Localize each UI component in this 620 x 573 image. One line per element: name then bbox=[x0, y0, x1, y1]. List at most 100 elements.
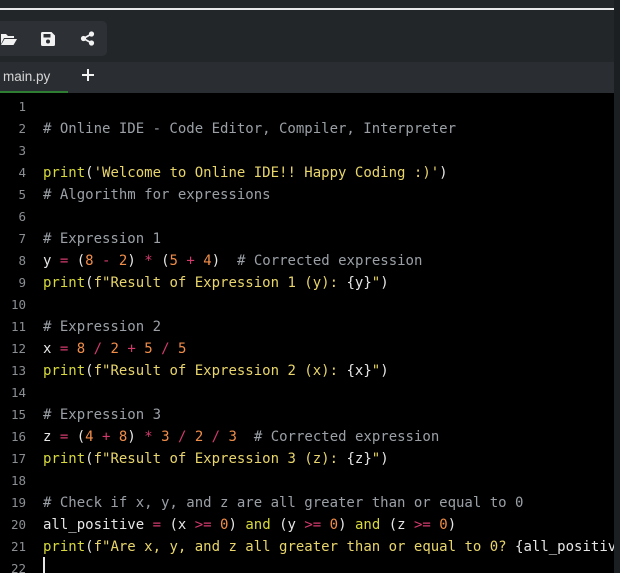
share-icon bbox=[80, 31, 95, 46]
code-token: 'Welcome to Online IDE!! Happy Coding :)… bbox=[93, 165, 440, 181]
tab-main-py[interactable]: main.py bbox=[0, 62, 68, 93]
code-line[interactable]: 8 y = (8 - 2) * (5 + 4) # Corrected expre… bbox=[0, 250, 614, 272]
code-line[interactable]: 20 all_positive = (x >= 0) and (y >= 0) a… bbox=[0, 514, 614, 536]
code-lines: 1 2 # Online IDE - Code Editor, Compiler, … bbox=[0, 96, 614, 573]
code-token: z bbox=[397, 517, 406, 533]
line-number: 12 bbox=[10, 341, 26, 356]
code-token: * bbox=[135, 429, 162, 445]
folder-open-icon bbox=[1, 32, 17, 46]
code-token: + bbox=[93, 429, 119, 445]
code-token: ) bbox=[439, 165, 448, 181]
line-number: 2 bbox=[18, 121, 26, 136]
code-line[interactable]: 21 print(f"Are x, y, and z all greater th… bbox=[0, 536, 614, 558]
code-token: ( bbox=[85, 539, 94, 555]
line-number: 10 bbox=[10, 297, 26, 312]
code-line[interactable]: 2 # Online IDE - Code Editor, Compiler, I… bbox=[0, 118, 614, 140]
code-token: 2 bbox=[194, 429, 204, 445]
code-token: {z} bbox=[346, 451, 372, 467]
code-token: = bbox=[51, 429, 77, 445]
code-line[interactable]: 17 print(f"Result of Expression 3 (z): {z… bbox=[0, 448, 614, 470]
code-text: # Algorithm for expressions bbox=[43, 184, 271, 206]
code-line[interactable]: 19 # Check if x, y, and z are all greater… bbox=[0, 492, 614, 514]
line-number: 15 bbox=[10, 407, 26, 422]
code-token: f"Result of Expression 1 (y): bbox=[93, 275, 347, 291]
code-token: # Corrected expression bbox=[220, 253, 423, 269]
code-token: print bbox=[43, 451, 86, 467]
code-line[interactable]: 14 bbox=[0, 382, 614, 404]
code-text: # Check if x, y, and z are all greater t… bbox=[43, 492, 523, 514]
line-number: 9 bbox=[18, 275, 26, 290]
code-token: # Corrected expression bbox=[236, 429, 440, 445]
toolbar bbox=[0, 10, 614, 62]
code-token: ) bbox=[380, 451, 389, 467]
code-line[interactable]: 9 print(f"Result of Expression 1 (y): {y}… bbox=[0, 272, 614, 294]
code-line[interactable]: 3 bbox=[0, 140, 614, 162]
code-token: # Expression 2 bbox=[43, 319, 162, 335]
code-token: 5 bbox=[177, 341, 187, 357]
code-token: 0 bbox=[439, 517, 448, 533]
save-icon bbox=[41, 31, 55, 46]
share-button[interactable] bbox=[72, 21, 102, 56]
code-line[interactable]: 18 bbox=[0, 470, 614, 492]
code-token: ( bbox=[76, 253, 86, 269]
file-actions-group bbox=[0, 21, 107, 56]
code-line[interactable]: 5 # Algorithm for expressions bbox=[0, 184, 614, 206]
line-number: 1 bbox=[18, 99, 26, 114]
code-line[interactable]: 6 bbox=[0, 206, 614, 228]
line-number: 7 bbox=[18, 231, 26, 246]
code-token: # Check if x, y, and z are all greater t… bbox=[43, 495, 524, 511]
code-token: ) bbox=[127, 429, 136, 445]
tab-bar: main.py bbox=[0, 62, 614, 93]
code-text: z = (4 + 8) * 3 / 2 / 3 # Corrected expr… bbox=[43, 426, 439, 448]
code-line[interactable]: 1 bbox=[0, 96, 614, 118]
tab-label: main.py bbox=[3, 69, 51, 84]
code-text: print(f"Result of Expression 1 (y): {y}"… bbox=[43, 272, 389, 294]
code-line[interactable]: 13 print(f"Result of Expression 2 (x): {x… bbox=[0, 360, 614, 382]
code-token: y bbox=[287, 517, 296, 533]
add-tab-button[interactable] bbox=[78, 66, 98, 88]
code-editor[interactable]: 1 2 # Online IDE - Code Editor, Compiler, … bbox=[0, 93, 614, 573]
code-token: ( bbox=[85, 275, 94, 291]
code-line[interactable]: 11 # Expression 2 bbox=[0, 316, 614, 338]
line-number: 4 bbox=[18, 165, 26, 180]
code-token: and bbox=[236, 517, 280, 533]
code-text: # Online IDE - Code Editor, Compiler, In… bbox=[43, 118, 456, 140]
code-token: 5 bbox=[144, 341, 153, 357]
code-token: " bbox=[371, 363, 381, 379]
code-line[interactable]: 12 x = 8 / 2 + 5 / 5 bbox=[0, 338, 614, 360]
save-button[interactable] bbox=[33, 21, 63, 56]
code-text: all_positive = (x >= 0) and (y >= 0) and… bbox=[43, 514, 456, 536]
code-token: - bbox=[93, 253, 119, 269]
code-text: print('Welcome to Online IDE!! Happy Cod… bbox=[43, 162, 448, 184]
code-token: >= bbox=[295, 517, 330, 533]
code-line[interactable]: 7 # Expression 1 bbox=[0, 228, 614, 250]
code-token: " bbox=[371, 451, 381, 467]
code-token: 3 bbox=[228, 429, 237, 445]
code-token: print bbox=[43, 363, 86, 379]
code-token: / bbox=[85, 341, 111, 357]
code-token: ( bbox=[388, 517, 398, 533]
line-number: 20 bbox=[10, 517, 26, 532]
code-text: # Expression 1 bbox=[43, 228, 161, 250]
code-line[interactable]: 15 # Expression 3 bbox=[0, 404, 614, 426]
code-text: y = (8 - 2) * (5 + 4) # Corrected expres… bbox=[43, 250, 422, 272]
code-token: + bbox=[177, 253, 204, 269]
code-token: ( bbox=[85, 363, 94, 379]
code-token: ) bbox=[228, 517, 237, 533]
line-number: 8 bbox=[18, 253, 26, 268]
code-token: 5 bbox=[169, 253, 178, 269]
line-number: 13 bbox=[10, 363, 26, 378]
code-token: # Expression 3 bbox=[43, 407, 162, 423]
code-line[interactable]: 16 z = (4 + 8) * 3 / 2 / 3 # Corrected ex… bbox=[0, 426, 614, 448]
code-token: {y} bbox=[346, 275, 372, 291]
code-token: = bbox=[51, 253, 77, 269]
code-line[interactable]: 4 print('Welcome to Online IDE!! Happy Co… bbox=[0, 162, 614, 184]
code-line[interactable]: 10 bbox=[0, 294, 614, 316]
open-button[interactable] bbox=[0, 21, 24, 56]
code-token: ) bbox=[211, 253, 221, 269]
line-number: 17 bbox=[10, 451, 26, 466]
line-number: 6 bbox=[18, 209, 26, 224]
code-token: / bbox=[203, 429, 229, 445]
line-number: 11 bbox=[10, 319, 26, 334]
code-line[interactable]: 22 bbox=[0, 558, 614, 573]
